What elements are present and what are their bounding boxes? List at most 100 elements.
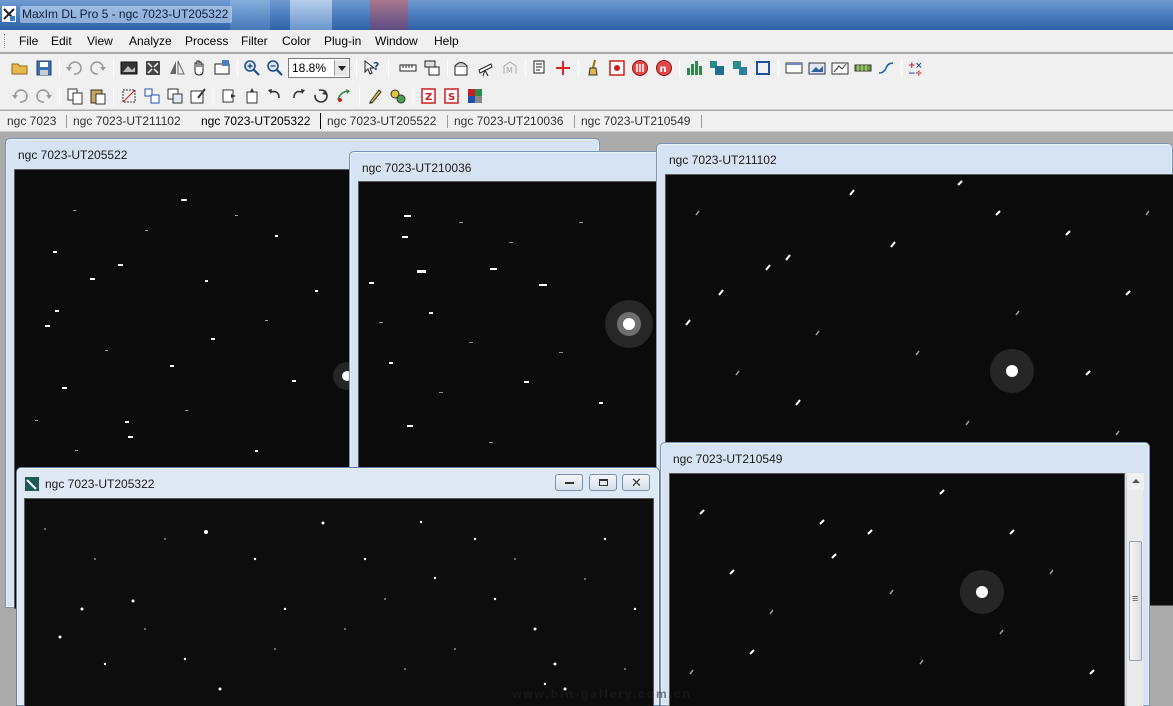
mount-icon[interactable]: M xyxy=(500,58,520,78)
stack-icon[interactable] xyxy=(730,58,750,78)
menu-bar: File Edit View Analyze Process Filter Co… xyxy=(0,30,1173,52)
copy-info-icon[interactable] xyxy=(530,58,550,78)
curve-icon[interactable] xyxy=(876,58,896,78)
scrollbar-thumb[interactable] xyxy=(1129,541,1142,661)
zoom-out-icon[interactable] xyxy=(265,58,285,78)
copy-icon[interactable] xyxy=(65,86,85,106)
star-field-image[interactable] xyxy=(669,473,1125,706)
image-view-icon[interactable] xyxy=(119,58,139,78)
tab-ngc7023-ut210549[interactable]: ngc 7023-UT210549 xyxy=(581,114,690,128)
window-title-text: ngc 7023-UT210036 xyxy=(362,161,472,175)
align-icon[interactable] xyxy=(707,58,727,78)
close-icon: ✕ xyxy=(631,475,642,490)
rotate-left-icon[interactable] xyxy=(265,86,285,106)
screen-stretch-icon[interactable] xyxy=(212,58,232,78)
flip-horizontal-icon[interactable] xyxy=(219,86,239,106)
menu-grip[interactable] xyxy=(4,34,7,48)
color-rotate-icon[interactable] xyxy=(334,86,354,106)
telescope-icon[interactable] xyxy=(476,58,496,78)
color-balance-icon[interactable] xyxy=(388,86,408,106)
paste-icon[interactable] xyxy=(88,86,108,106)
camera-control-icon[interactable] xyxy=(422,58,442,78)
save-disk-icon[interactable] xyxy=(34,58,54,78)
ruler-icon[interactable] xyxy=(398,58,418,78)
scroll-up-arrow-icon[interactable] xyxy=(1127,473,1144,490)
window-titlebar[interactable]: ngc 7023-UT205322 ✕ xyxy=(17,468,659,496)
pencil-icon[interactable] xyxy=(365,86,385,106)
tab-separator xyxy=(447,115,448,128)
target-grid-icon[interactable] xyxy=(607,58,627,78)
toolbar-separator xyxy=(359,87,360,105)
menu-color[interactable]: Color xyxy=(282,34,311,48)
menu-edit[interactable]: Edit xyxy=(51,34,72,48)
brush-icon[interactable] xyxy=(584,58,604,78)
color-bar-icon[interactable] xyxy=(853,58,873,78)
image-window-ut205322[interactable]: ngc 7023-UT205322 ✕ xyxy=(16,467,660,706)
image-window-icon[interactable] xyxy=(807,58,827,78)
star-field-image[interactable] xyxy=(358,181,665,470)
tab-ngc7023-ut205522[interactable]: ngc 7023-UT205522 xyxy=(327,114,436,128)
flip-vertical-icon[interactable] xyxy=(242,86,262,106)
watermark-text: www.bin-gallery.com.cn xyxy=(512,687,693,701)
minimize-button[interactable] xyxy=(555,474,583,491)
menu-view[interactable]: View xyxy=(87,34,113,48)
menu-help[interactable]: Help xyxy=(434,34,459,48)
zoom-level-select[interactable]: 18.8% xyxy=(288,58,350,78)
context-help-icon[interactable]: ? xyxy=(362,58,382,78)
zoom-in-icon[interactable] xyxy=(242,58,262,78)
toolbar-separator xyxy=(679,59,680,77)
hand-icon[interactable] xyxy=(189,58,209,78)
menu-file[interactable]: File xyxy=(19,34,38,48)
main-toolbar: 18.8% ? M n + × − ÷ xyxy=(0,54,1173,82)
rotate-right-icon[interactable] xyxy=(288,86,308,106)
window-titlebar[interactable]: ngc 7023-UT210549 xyxy=(661,443,1149,471)
window-layout-icon[interactable] xyxy=(784,58,804,78)
tab-separator xyxy=(701,115,702,128)
tab-ngc7023-ut210036[interactable]: ngc 7023-UT210036 xyxy=(454,114,563,128)
observatory-icon[interactable] xyxy=(452,58,472,78)
redo-icon[interactable] xyxy=(88,58,108,78)
taskbar-thumb-3 xyxy=(370,0,408,30)
fit-window-icon[interactable] xyxy=(143,58,163,78)
pixel-math-icon[interactable]: + × − ÷ xyxy=(906,58,926,78)
toolbar-separator xyxy=(113,87,114,105)
tab-ngc7023-ut211102[interactable]: ngc 7023-UT211102 xyxy=(73,114,181,128)
tab-ngc7023-ut205322[interactable]: ngc 7023-UT205322 xyxy=(201,114,310,128)
image-window-ut210549[interactable]: ngc 7023-UT210549 xyxy=(660,442,1150,706)
calibrate-set-icon[interactable]: S xyxy=(442,86,462,106)
vertical-scrollbar[interactable] xyxy=(1126,473,1144,706)
graph-window-icon[interactable] xyxy=(830,58,850,78)
filter-circle-icon[interactable]: n xyxy=(654,58,674,78)
window-titlebar[interactable]: ngc 7023-UT210036 xyxy=(350,152,663,180)
menu-analyze[interactable]: Analyze xyxy=(129,34,172,48)
flip-icon[interactable] xyxy=(167,58,187,78)
toolbar-separator xyxy=(525,59,526,77)
tab-ngc7023[interactable]: ngc 7023 xyxy=(7,114,56,128)
menu-process[interactable]: Process xyxy=(185,34,228,48)
square-select-icon[interactable] xyxy=(753,58,773,78)
redo-process-icon[interactable] xyxy=(34,86,54,106)
calibrate-icon[interactable]: Z xyxy=(419,86,439,106)
close-button[interactable]: ✕ xyxy=(622,474,650,491)
stop-circle-icon[interactable] xyxy=(630,58,650,78)
maximize-button[interactable] xyxy=(589,474,617,491)
rotate-arbitrary-icon[interactable] xyxy=(311,86,331,106)
resize-icon[interactable] xyxy=(165,86,185,106)
maxim-app-icon[interactable] xyxy=(2,6,16,22)
window-titlebar[interactable]: ngc 7023-UT211102 xyxy=(657,144,1172,172)
crop-icon[interactable] xyxy=(119,86,139,106)
menu-filter[interactable]: Filter xyxy=(241,34,268,48)
bin-icon[interactable] xyxy=(142,86,162,106)
undo-process-icon[interactable] xyxy=(10,86,30,106)
edit-image-icon[interactable] xyxy=(188,86,208,106)
undo-icon[interactable] xyxy=(64,58,84,78)
crosshair-icon[interactable] xyxy=(553,58,573,78)
open-folder-icon[interactable] xyxy=(10,58,30,78)
combine-color-icon[interactable] xyxy=(465,86,485,106)
chevron-down-icon[interactable] xyxy=(334,60,348,76)
menu-plugin[interactable]: Plug-in xyxy=(324,34,361,48)
menu-window[interactable]: Window xyxy=(375,34,418,48)
star-field-image[interactable] xyxy=(24,498,654,706)
image-window-ut210036[interactable]: ngc 7023-UT210036 xyxy=(349,151,665,470)
histogram-icon[interactable] xyxy=(684,58,704,78)
